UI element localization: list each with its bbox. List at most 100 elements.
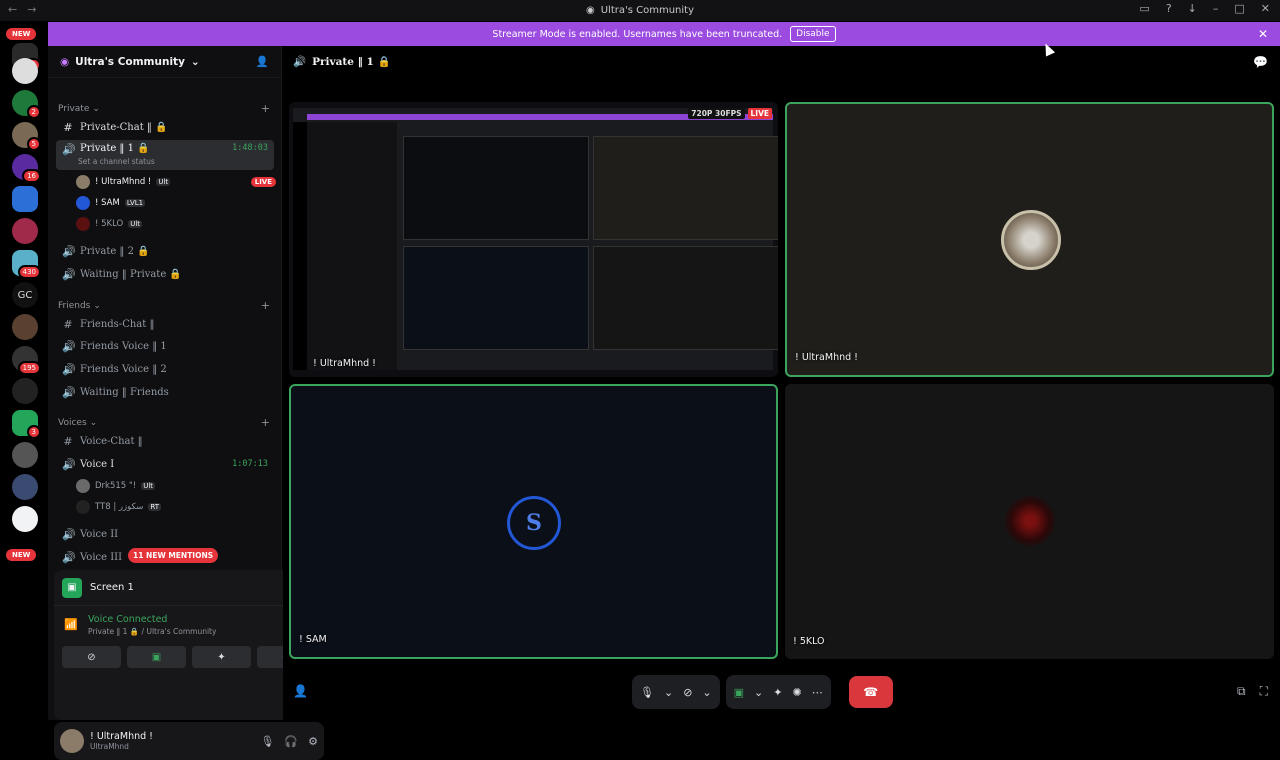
channel-private-1[interactable]: 🔊 Private ‖ 1 🔒 1:48:03 Set a channel statu… (56, 140, 274, 170)
channel-sidebar: ◉ Ultra's Community ⌄ 👤 Private ⌄ + # Priva… (48, 46, 324, 760)
channel-private-2[interactable]: 🔊 Private ‖ 2 🔒 (56, 241, 274, 261)
server-icon-7[interactable] (12, 218, 38, 244)
inbox-icon[interactable]: ▭ (1139, 2, 1149, 15)
share-group: ▣ ⌄ ✦ ✺ ⋯ (725, 675, 831, 709)
server-icon-12[interactable]: 3 (12, 410, 41, 439)
channel-friends-voice-1[interactable]: 🔊 Friends Voice ‖ 1 (56, 336, 274, 356)
channel-friends-chat[interactable]: # Friends-Chat ‖ (56, 314, 274, 334)
help-icon[interactable]: ? (1166, 2, 1172, 15)
server-icon-8[interactable]: 430 (12, 250, 41, 279)
category-friends[interactable]: Friends ⌄ + (58, 299, 270, 312)
chevron-down-icon[interactable]: ⌄ (754, 686, 763, 699)
camera-off-button[interactable]: ⊘ (62, 646, 121, 668)
chevron-down-icon: ⌄ (93, 300, 101, 311)
voice-user[interactable]: ! SAM LVL1 (76, 194, 276, 212)
server-icon-2[interactable] (12, 58, 38, 84)
popout-icon[interactable]: ⧉ (1237, 684, 1246, 699)
voice-user[interactable]: Drk515 "! Ult (76, 477, 276, 495)
window-title: ◉ Ultra's Community (0, 5, 1280, 16)
channel-voice-2[interactable]: 🔊 Voice II (56, 524, 274, 544)
avatar (76, 175, 90, 189)
server-icon-5[interactable]: 16 (12, 154, 41, 183)
activities-button[interactable]: ✦ (192, 646, 251, 668)
server-icon-9[interactable] (12, 314, 38, 340)
add-channel-icon[interactable]: + (261, 299, 270, 312)
server-header[interactable]: ◉ Ultra's Community ⌄ 👤 (48, 46, 281, 78)
channel-timer: 1:48:03 (232, 143, 268, 153)
server-icon-14[interactable] (12, 474, 38, 500)
chevron-down-icon[interactable]: ⌄ (664, 686, 673, 699)
hashtag-icon: # (63, 434, 73, 448)
avatar[interactable] (60, 729, 84, 753)
channel-label: Voice III (80, 551, 123, 563)
voice-user[interactable]: ! 5KLO Ult (76, 215, 276, 233)
close-banner-icon[interactable]: ✕ (1258, 27, 1268, 41)
camera-off-icon[interactable]: ⊘ (683, 686, 692, 699)
user-tile[interactable]: ! UltraMhnd ! (785, 102, 1274, 377)
channel-waiting-friends[interactable]: 🔊 Waiting ‖ Friends (56, 382, 274, 402)
invite-to-voice-icon[interactable]: 👤 (293, 684, 308, 698)
server-gc[interactable]: GC (12, 282, 38, 308)
chat-icon[interactable]: 💬 (1253, 55, 1268, 69)
voice-channel-path[interactable]: Private ‖ 1 🔒 / Ultra's Community (88, 627, 216, 636)
server-icon-4[interactable]: 5 (12, 122, 41, 151)
headphones-icon[interactable]: 🎧 (284, 735, 298, 748)
minimize-button[interactable]: – (1213, 2, 1219, 15)
channel-label: Private-Chat ‖ 🔒 (80, 121, 168, 133)
channel-waiting-private[interactable]: 🔊 Waiting ‖ Private 🔒 (56, 264, 274, 284)
channel-status[interactable]: Set a channel status (78, 157, 155, 166)
voice-status[interactable]: Voice Connected (88, 614, 167, 625)
disconnect-button[interactable]: ☎ (848, 676, 893, 708)
user-name: ! SAM (95, 198, 120, 208)
gear-icon[interactable]: ⚙ (308, 735, 318, 748)
new-mentions-pill[interactable]: 11 NEW MENTIONS (128, 548, 219, 563)
voice-user[interactable]: ! UltraMhnd ! Ult LIVE (76, 173, 276, 191)
channel-voice-chat[interactable]: # Voice-Chat ‖ (56, 431, 274, 451)
channel-friends-voice-2[interactable]: 🔊 Friends Voice ‖ 2 (56, 359, 274, 379)
add-channel-icon[interactable]: + (261, 102, 270, 115)
new-pill-bottom[interactable]: NEW (6, 549, 37, 561)
chevron-down-icon[interactable]: ⌄ (702, 686, 711, 699)
mic-icon[interactable]: 🎙 (260, 735, 274, 748)
user-tag: RT (148, 503, 161, 511)
server-icon-13[interactable] (12, 442, 38, 468)
server-icon-6[interactable] (12, 186, 38, 212)
share-screen-button[interactable]: ▣ (127, 646, 186, 668)
new-pill-top[interactable]: NEW (6, 28, 37, 40)
channel-private-chat[interactable]: # Private-Chat ‖ 🔒 (56, 117, 274, 137)
more-icon[interactable]: ⋯ (812, 686, 823, 699)
user-tile[interactable]: ! 5KLO (785, 384, 1274, 659)
activities-icon[interactable]: ✦ (773, 686, 782, 699)
download-icon[interactable]: ↓ (1188, 2, 1197, 15)
speaker-icon: 🔊 (62, 143, 76, 156)
add-channel-icon[interactable]: + (261, 416, 270, 429)
tile-username: ! 5KLO (793, 636, 825, 647)
user-display-name: ! UltraMhnd ! (90, 731, 153, 742)
user-tile[interactable]: S ! SAM (289, 384, 778, 659)
close-window-button[interactable]: ✕ (1261, 2, 1270, 15)
server-icon-15[interactable] (12, 506, 38, 532)
fullscreen-icon[interactable]: ⛶ (1260, 684, 1268, 699)
channel-voice-1[interactable]: 🔊 Voice I 1:07:13 (56, 454, 274, 474)
screen-title: Screen 1 (90, 582, 134, 593)
tile-username: ! UltraMhnd ! (313, 358, 376, 369)
quality-label: 720P 30FPS (688, 108, 745, 119)
server-icon-10[interactable]: 195 (12, 346, 41, 375)
share-screen-icon[interactable]: ▣ (734, 686, 744, 699)
soundboard-icon[interactable]: ✺ (792, 686, 801, 699)
server-icon-11[interactable] (12, 378, 38, 404)
user-name: ! UltraMhnd ! (95, 177, 152, 187)
hashtag-icon: # (63, 120, 73, 134)
disable-streamer-button[interactable]: Disable (790, 26, 836, 42)
avatar (1005, 496, 1055, 546)
category-voices[interactable]: Voices ⌄ + (58, 416, 270, 429)
user-controls: 🎙 🎧 ⚙ (260, 735, 318, 748)
invite-people-icon[interactable]: 👤 (256, 55, 269, 68)
mic-icon[interactable]: 🎙 (640, 686, 654, 699)
server-icon-3[interactable]: 2 (12, 90, 41, 119)
voice-user[interactable]: TT8 | سكوزر RT (76, 498, 276, 516)
category-private[interactable]: Private ⌄ + (58, 102, 270, 115)
maximize-button[interactable]: □ (1234, 2, 1244, 15)
stream-tile[interactable]: 720P 30FPS LIVE ! UltraMhnd ! (289, 102, 778, 377)
channel-header: 🔊 Private ‖ 1 🔒 (293, 55, 391, 68)
